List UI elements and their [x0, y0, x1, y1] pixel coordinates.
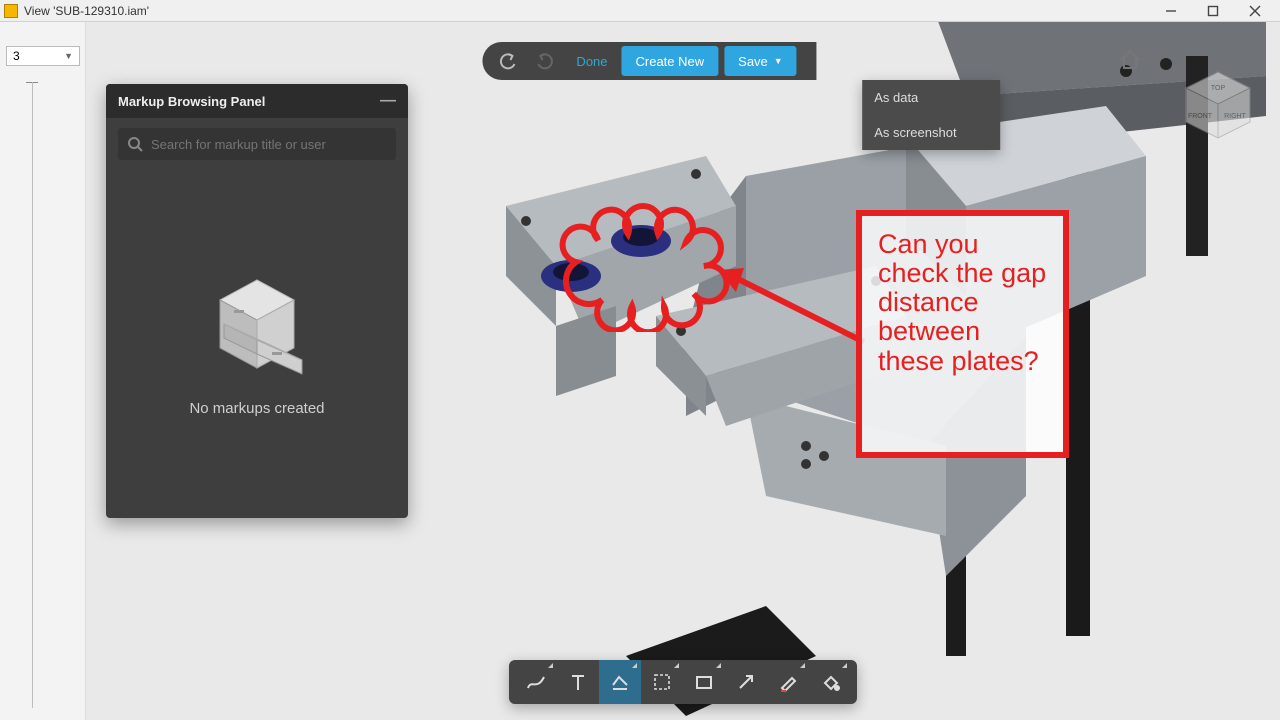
chevron-down-icon: ▼: [774, 56, 783, 66]
search-icon: [128, 137, 143, 152]
window-title: View 'SUB-129310.iam': [24, 4, 149, 18]
text-annotation-box[interactable]: Can you check the gap distance between t…: [856, 210, 1069, 458]
viewcube-right-label: RIGHT: [1224, 113, 1247, 120]
app-icon: [4, 4, 18, 18]
markup-top-toolbar: Done Create New Save▼: [482, 42, 816, 80]
ruler-line: [32, 82, 33, 708]
home-view-button[interactable]: [1118, 48, 1142, 70]
pen-edit-tool[interactable]: [767, 660, 809, 704]
save-button[interactable]: Save▼: [724, 46, 797, 76]
redo-button[interactable]: [526, 42, 562, 80]
panel-search[interactable]: [118, 128, 396, 160]
panel-minimize-button[interactable]: —: [380, 92, 396, 110]
panel-body: No markups created: [106, 170, 408, 518]
create-new-button[interactable]: Create New: [622, 46, 719, 76]
done-button[interactable]: Done: [562, 42, 621, 80]
window-minimize-button[interactable]: [1150, 0, 1192, 22]
window-maximize-button[interactable]: [1192, 0, 1234, 22]
page-selector-value: 3: [13, 49, 20, 63]
viewcube-top-label: TOP: [1211, 85, 1226, 92]
rectangle-tool[interactable]: [683, 660, 725, 704]
viewport-3d[interactable]: Can you check the gap distance between t…: [86, 22, 1280, 720]
annotation-text: Can you check the gap distance between t…: [878, 230, 1047, 376]
search-input[interactable]: [151, 137, 386, 152]
markup-browsing-panel: Markup Browsing Panel —: [106, 84, 408, 518]
text-tool[interactable]: [557, 660, 599, 704]
save-as-screenshot-item[interactable]: As screenshot: [862, 115, 1000, 150]
empty-state-message: No markups created: [189, 400, 324, 417]
window-titlebar: View 'SUB-129310.iam': [0, 0, 1280, 22]
leader-arrow-annotation[interactable]: [714, 262, 874, 352]
left-ruler-gutter: 3 ▼: [0, 22, 86, 720]
arrow-tool[interactable]: [725, 660, 767, 704]
model-graphic: [406, 22, 1266, 716]
panel-title: Markup Browsing Panel: [118, 94, 265, 109]
window-close-button[interactable]: [1234, 0, 1276, 22]
markup-tool-palette: [509, 660, 857, 704]
revision-cloud-annotation[interactable]: [556, 202, 736, 332]
save-as-data-item[interactable]: As data: [862, 80, 1000, 115]
save-dropdown-menu: As data As screenshot: [862, 80, 1000, 150]
panel-header[interactable]: Markup Browsing Panel —: [106, 84, 408, 118]
page-selector-dropdown[interactable]: 3 ▼: [6, 46, 80, 66]
freehand-tool[interactable]: [515, 660, 557, 704]
dimension-tool[interactable]: [599, 660, 641, 704]
empty-drawer-icon: [202, 272, 312, 382]
select-tool[interactable]: [641, 660, 683, 704]
undo-button[interactable]: [490, 42, 526, 80]
viewcube-front-label: FRONT: [1188, 113, 1213, 120]
view-cube[interactable]: TOP FRONT RIGHT: [1178, 66, 1258, 146]
chevron-down-icon: ▼: [64, 51, 73, 61]
fill-tool[interactable]: [809, 660, 851, 704]
